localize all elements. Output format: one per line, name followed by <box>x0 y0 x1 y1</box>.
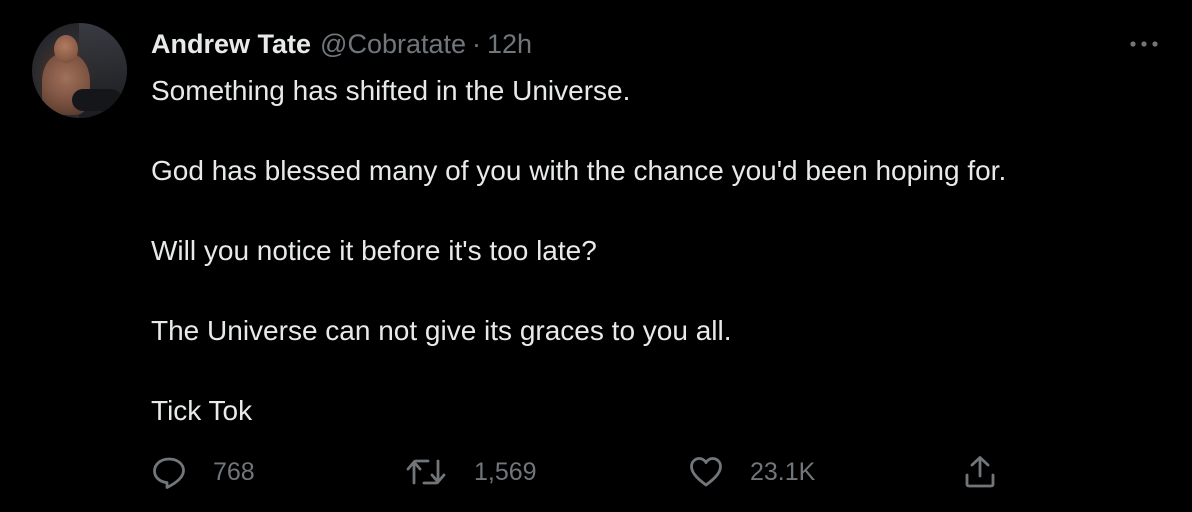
retweet-button[interactable]: 1,569 <box>404 450 537 494</box>
tweet-text: Something has shifted in the Universe. G… <box>151 71 1151 431</box>
more-horizontal-icon <box>1130 41 1158 47</box>
like-button[interactable]: 23.1K <box>688 450 815 494</box>
reply-bubble-icon <box>153 457 185 489</box>
tweet-text-line: God has blessed many of you with the cha… <box>151 155 1007 186</box>
reply-count: 768 <box>213 457 255 486</box>
author-name[interactable]: Andrew Tate <box>151 29 311 60</box>
tweet-text-line: Will you notice it before it's too late? <box>151 235 597 266</box>
share-upload-icon <box>965 456 995 488</box>
avatar-legs <box>72 89 122 111</box>
author-handle[interactable]: @Cobratate <box>320 29 466 60</box>
like-count: 23.1K <box>750 457 816 486</box>
tweet-card[interactable]: Andrew Tate @Cobratate · 12h Something h… <box>0 0 1192 512</box>
tweet-text-line: Tick Tok <box>151 395 253 426</box>
more-options-button[interactable] <box>1124 30 1164 58</box>
author-avatar[interactable] <box>32 23 127 118</box>
reply-button[interactable]: 768 <box>151 450 255 494</box>
share-button[interactable] <box>962 450 998 494</box>
tweet-text-line: The Universe can not give its graces to … <box>151 315 732 346</box>
heart-icon <box>690 457 722 487</box>
tweet-actions: 768 1,569 23.1K <box>0 450 1192 494</box>
avatar-head <box>54 35 78 63</box>
retweet-icon <box>406 459 446 485</box>
tweet-text-line: Something has shifted in the Universe. <box>151 75 631 106</box>
tweet-timestamp[interactable]: 12h <box>487 29 532 60</box>
retweet-count: 1,569 <box>474 457 537 486</box>
header-separator: · <box>472 28 482 59</box>
tweet-header: Andrew Tate @Cobratate · 12h <box>151 27 532 61</box>
